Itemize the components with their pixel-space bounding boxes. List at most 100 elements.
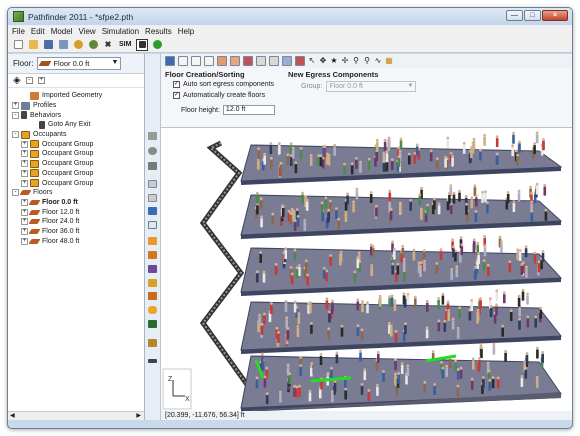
zoom-box-icon[interactable]: ⚲: [363, 57, 371, 65]
close-button[interactable]: ×: [542, 10, 568, 21]
exit-icon[interactable]: [148, 320, 157, 328]
view-top-icon[interactable]: [178, 56, 188, 66]
tree-item[interactable]: - Occupants: [8, 130, 144, 140]
tree-item[interactable]: + Occupant Group: [8, 149, 144, 159]
maximize-button[interactable]: □: [524, 10, 541, 21]
collapse-all-icon[interactable]: -: [25, 77, 33, 84]
snap-grid-icon[interactable]: ▦: [385, 57, 393, 65]
tree-item[interactable]: + Floor 48.0 ft: [8, 236, 144, 246]
open-file-button[interactable]: [27, 39, 39, 51]
add-occupants-icon[interactable]: [148, 251, 157, 259]
place-occupants-icon[interactable]: [148, 279, 157, 287]
navigation-diamond-icon[interactable]: ◈: [13, 75, 21, 86]
tree-item[interactable]: - Behaviors: [8, 110, 144, 120]
orbit-tool-icon[interactable]: [148, 147, 157, 155]
add-door-icon[interactable]: [148, 207, 157, 215]
render-mode-icon[interactable]: [282, 56, 292, 66]
menu-help[interactable]: Help: [178, 27, 194, 36]
menu-edit[interactable]: Edit: [31, 27, 45, 36]
tree-item[interactable]: + Occupant Group: [8, 159, 144, 169]
tree-item[interactable]: - Floors: [8, 188, 144, 198]
add-rect-room-icon[interactable]: [148, 194, 157, 202]
scroll-right-icon[interactable]: ▶: [136, 412, 141, 419]
tree-item[interactable]: + Floor 12.0 ft: [8, 207, 144, 217]
tree-item[interactable]: + Occupant Group: [8, 169, 144, 179]
results-button[interactable]: [136, 38, 149, 51]
occupant-source-icon[interactable]: [148, 162, 157, 170]
add-thin-door-icon[interactable]: [148, 221, 157, 229]
collapse-node-icon[interactable]: -: [12, 111, 19, 119]
save-button[interactable]: [42, 39, 54, 51]
tree-item[interactable]: + Occupant Group: [8, 178, 144, 188]
expand-node-icon[interactable]: +: [21, 237, 28, 245]
show-rooms-icon[interactable]: [217, 56, 227, 66]
collapse-node-icon[interactable]: -: [12, 131, 19, 139]
import-button[interactable]: [57, 39, 69, 51]
tree-item[interactable]: + Floor 24.0 ft: [8, 217, 144, 227]
expand-node-icon[interactable]: +: [12, 102, 19, 110]
show-doors-icon[interactable]: [230, 56, 240, 66]
tree-item[interactable]: + Profiles: [8, 101, 144, 111]
tree-item[interactable]: + Occupant Group: [8, 139, 144, 149]
add-room-icon[interactable]: [148, 180, 157, 188]
floor-slab-3[interactable]: [240, 301, 562, 351]
auto-sort-checkbox[interactable]: ✓: [173, 81, 180, 88]
measure-icon[interactable]: [148, 339, 157, 347]
move-tool-icon[interactable]: [148, 132, 157, 140]
minimize-button[interactable]: —: [506, 10, 523, 21]
auto-create-checkbox[interactable]: ✓: [173, 92, 180, 99]
collapse-node-icon[interactable]: -: [12, 189, 19, 197]
expand-node-icon[interactable]: +: [21, 150, 28, 158]
tree-item[interactable]: + Floor 36.0 ft: [8, 227, 144, 237]
expand-node-icon[interactable]: +: [21, 179, 28, 187]
undo-button[interactable]: [72, 39, 84, 51]
view-front-icon[interactable]: [191, 56, 201, 66]
person-icon[interactable]: [148, 306, 157, 314]
roam-icon[interactable]: ★: [330, 57, 338, 65]
ruler-icon[interactable]: [148, 359, 157, 363]
show-geometry-icon[interactable]: [269, 56, 279, 66]
tree-item[interactable]: + Floor 0.0 ft: [8, 198, 144, 208]
show-stairs-icon[interactable]: [243, 56, 253, 66]
show-occupants-icon[interactable]: [295, 56, 305, 66]
new-file-button[interactable]: [12, 39, 24, 51]
menu-simulation[interactable]: Simulation: [102, 27, 139, 36]
tree-item[interactable]: Imported Geometry: [8, 91, 144, 101]
select-arrow-icon[interactable]: ↖: [308, 57, 316, 65]
tree-item[interactable]: Goto Any Exit: [8, 120, 144, 130]
sim-parameters-button[interactable]: SIM: [117, 39, 133, 51]
pan-icon[interactable]: ✢: [341, 57, 349, 65]
menu-model[interactable]: Model: [51, 27, 73, 36]
scroll-left-icon[interactable]: ◀: [10, 412, 15, 419]
fit-view-icon[interactable]: ∿: [374, 57, 382, 65]
expand-all-icon[interactable]: +: [37, 77, 45, 84]
expand-node-icon[interactable]: +: [21, 227, 28, 235]
floor-dropdown[interactable]: Floor 0.0 ft ▼: [37, 57, 122, 70]
expand-node-icon[interactable]: +: [21, 198, 28, 206]
orbit-icon[interactable]: ✥: [319, 57, 327, 65]
group-dropdown[interactable]: Floor 0.0 ft ▼: [326, 81, 417, 92]
expand-node-icon[interactable]: +: [21, 160, 28, 168]
floor-height-input[interactable]: 12.0 ft: [222, 105, 275, 115]
building-model-view[interactable]: ZX: [161, 128, 573, 411]
menu-results[interactable]: Results: [145, 27, 172, 36]
view-perspective-icon[interactable]: [165, 56, 175, 66]
occupant: [309, 156, 313, 166]
menu-file[interactable]: File: [12, 27, 25, 36]
menu-view[interactable]: View: [78, 27, 95, 36]
view-side-icon[interactable]: [204, 56, 214, 66]
occupant-rect-icon[interactable]: [148, 292, 157, 300]
3d-viewport[interactable]: ZX: [161, 128, 573, 411]
expand-node-icon[interactable]: +: [21, 169, 28, 177]
run-simulation-button[interactable]: [151, 39, 163, 51]
expand-node-icon[interactable]: +: [21, 140, 28, 148]
delete-button[interactable]: ✖: [102, 39, 114, 51]
zoom-icon[interactable]: ⚲: [352, 57, 360, 65]
expand-node-icon[interactable]: +: [21, 208, 28, 216]
add-occupant-group-icon[interactable]: [148, 265, 157, 273]
add-stairs-icon[interactable]: [148, 237, 157, 245]
horizontal-scrollbar[interactable]: ◀ ▶: [8, 411, 144, 420]
show-walls-icon[interactable]: [256, 56, 266, 66]
expand-node-icon[interactable]: +: [21, 218, 28, 226]
redo-button[interactable]: [87, 39, 99, 51]
